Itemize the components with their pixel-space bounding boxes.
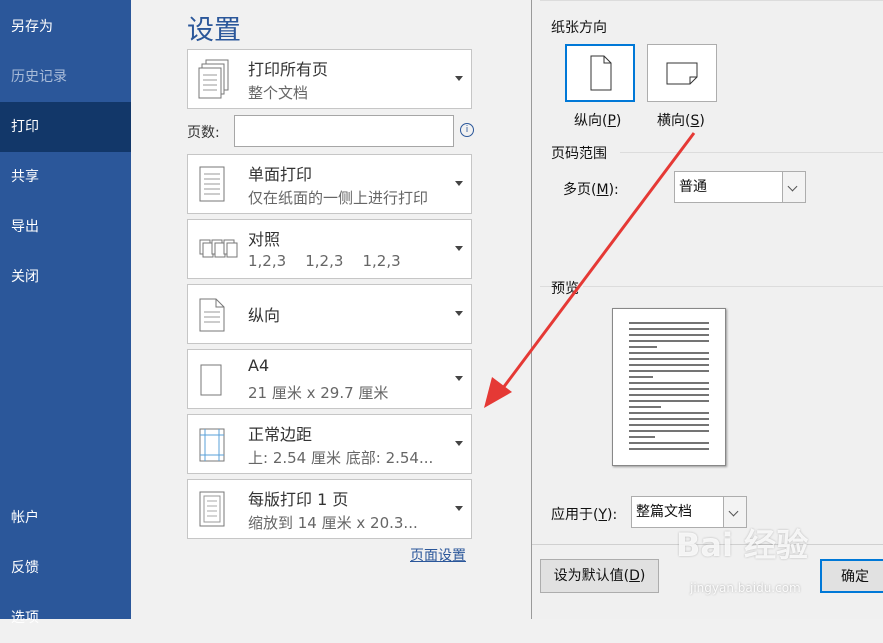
watermark-logo: Bai 经验 xyxy=(676,526,809,564)
watermark-url: jingyan.baidu.com xyxy=(690,581,801,595)
